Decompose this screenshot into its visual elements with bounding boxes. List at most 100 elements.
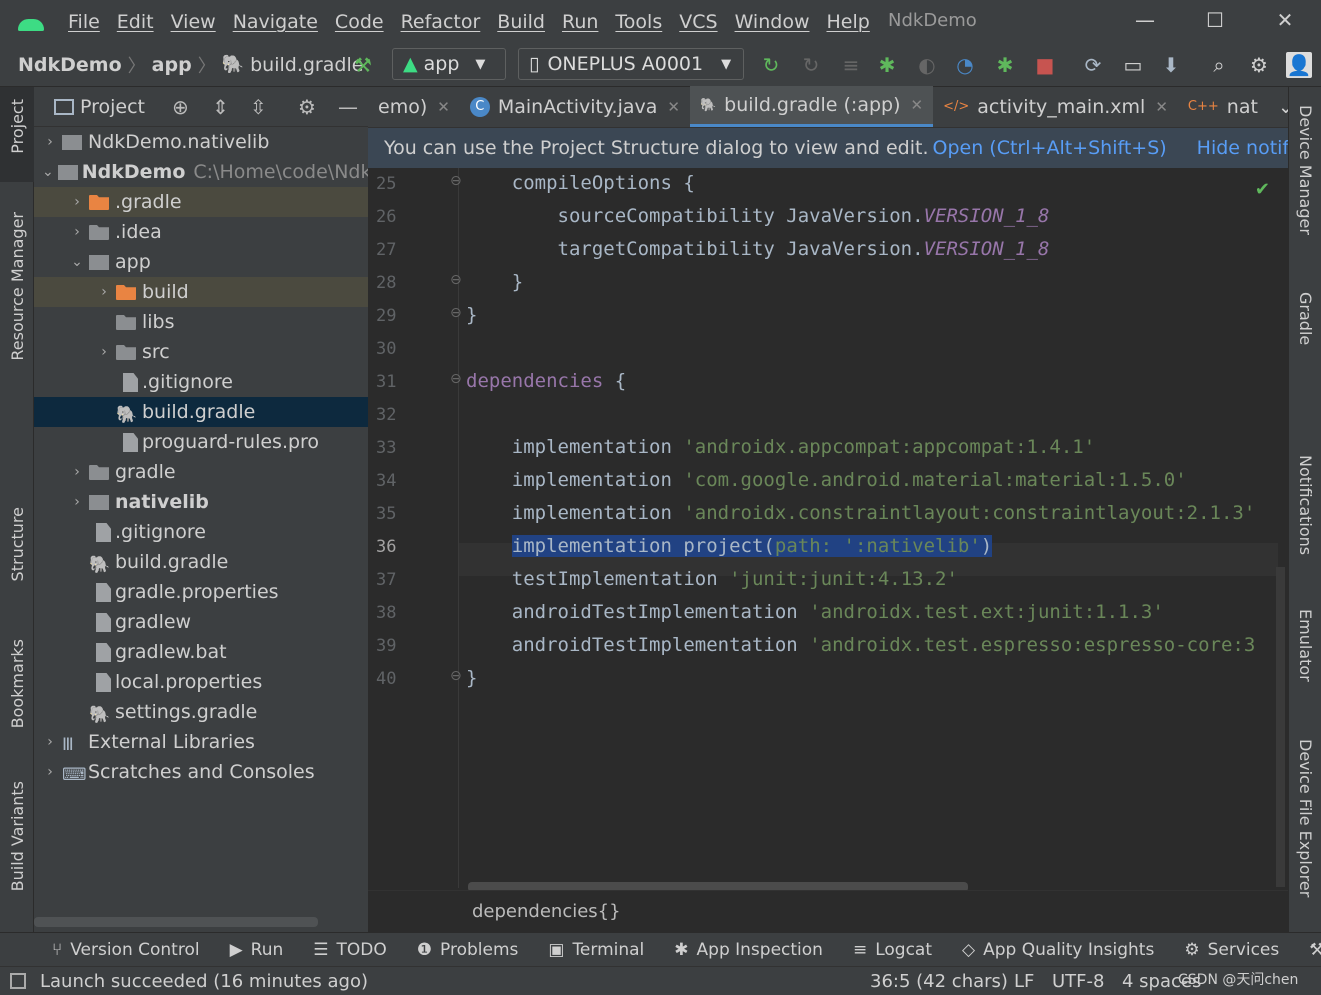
tab-bookmarks[interactable]: Bookmarks [8,639,27,728]
tree-expand-icon[interactable]: › [42,734,58,750]
tree-item[interactable]: gradlew.bat [34,637,368,667]
fold-marker-icon[interactable]: ⊖ [450,272,462,288]
fold-marker-icon[interactable]: ⊖ [450,173,462,189]
tool-window-logcat[interactable]: ≡ Logcat [853,940,932,960]
attach-debugger-icon[interactable]: ✱ [992,52,1018,78]
tab-structure[interactable]: Structure [8,507,27,581]
sdk-manager-icon[interactable]: ⬇ [1158,52,1184,78]
tree-expand-icon[interactable]: › [42,134,58,150]
menu-item-vcs[interactable]: VCS [679,11,717,33]
close-tab-icon[interactable]: ✕ [437,98,450,116]
tool-window-terminal[interactable]: ▣ Terminal [548,940,644,960]
menu-item-code[interactable]: Code [335,11,384,33]
tab-build-variants[interactable]: Build Variants [8,781,27,891]
profile-icon[interactable]: ◔ [952,52,978,78]
hammer-build-icon[interactable]: ⚒ [350,52,376,78]
tree-item[interactable]: › build [34,277,368,307]
editor-tab[interactable]: 🐘 build.gradle (:app) ✕ [689,86,934,127]
status-layout-icon[interactable] [10,973,26,989]
tool-window-run[interactable]: ▶ Run [230,940,284,960]
horizontal-scrollbar[interactable] [34,917,318,927]
tree-item[interactable]: gradlew [34,607,368,637]
stop-icon[interactable]: ■ [1032,52,1058,78]
maximize-icon[interactable]: ☐ [1200,8,1230,34]
tool-window-app-inspection[interactable]: ✱ App Inspection [674,940,823,960]
caret-position[interactable]: 36:5 (42 chars) [870,971,1008,992]
coverage-icon[interactable]: ◐ [914,52,940,78]
collapse-all-icon[interactable]: ⇳ [250,95,267,119]
gear-icon[interactable]: ⚙ [298,95,316,119]
fold-marker-icon[interactable]: ⊖ [450,305,462,321]
tree-item[interactable]: › .idea [34,217,368,247]
tool-window-services[interactable]: ⚙ Services [1184,940,1279,960]
tree-expand-icon[interactable]: › [69,464,85,480]
menu-item-tools[interactable]: Tools [615,11,662,33]
tree-expand-icon[interactable]: › [96,344,112,360]
sync-list-icon[interactable]: ≡ [838,52,864,78]
debug-icon[interactable]: ✱ [874,52,900,78]
tab-device-file-explorer[interactable]: Device File Explorer [1296,739,1315,897]
close-window-icon[interactable]: ✕ [1270,8,1300,34]
tree-expand-icon[interactable]: › [69,494,85,510]
minimize-icon[interactable]: — [1130,8,1160,34]
file-encoding[interactable]: UTF-8 [1052,971,1104,992]
fold-marker-icon[interactable]: ⊖ [450,371,462,387]
tree-expand-icon[interactable]: › [96,284,112,300]
tree-item[interactable]: gradle.properties [34,577,368,607]
apply-changes-icon[interactable]: ↻ [758,52,784,78]
project-panel-title[interactable]: Project [80,96,145,118]
tree-item[interactable]: proguard-rules.pro [34,427,368,457]
menu-item-build[interactable]: Build [497,11,545,33]
avatar[interactable]: 👤 [1286,52,1312,78]
tab-device-manager[interactable]: Device Manager [1296,105,1315,235]
tree-item[interactable]: .gitignore [34,367,368,397]
tree-expand-icon[interactable]: › [42,764,58,780]
menu-item-view[interactable]: View [171,11,216,33]
menu-item-refactor[interactable]: Refactor [401,11,481,33]
tab-project[interactable]: Project [8,99,27,154]
tool-window-todo[interactable]: ☰ TODO [313,940,387,960]
breadcrumb-file[interactable]: build.gradle [250,54,363,76]
breadcrumb-project[interactable]: NdkDemo [18,54,122,76]
menu-item-navigate[interactable]: Navigate [233,11,318,33]
editor-tab[interactable]: </> activity_main.xml ✕ [933,86,1178,127]
tree-item[interactable]: 🐘 build.gradle [34,397,368,427]
tree-item[interactable]: › ⌨ Scratches and Consoles [34,757,368,787]
device-select[interactable]: ▯ ONEPLUS A0001 ▼ [518,48,744,80]
tab-gradle[interactable]: Gradle [1296,292,1315,345]
tree-item[interactable]: › NdkDemo.nativelib [34,127,368,157]
menu-item-help[interactable]: Help [826,11,869,33]
tool-window-problems[interactable]: ❶ Problems [417,940,519,960]
tree-item[interactable]: › src [34,337,368,367]
tree-item[interactable]: ⌄ app [34,247,368,277]
menu-item-run[interactable]: Run [562,11,598,33]
tree-item[interactable]: 🐘 settings.gradle [34,697,368,727]
status-message[interactable]: Launch succeeded (16 minutes ago) [40,971,368,992]
menu-item-window[interactable]: Window [735,11,810,33]
tree-item[interactable]: 🐘 build.gradle [34,547,368,577]
apply-code-changes-icon[interactable]: ↻ [798,52,824,78]
breadcrumb-module[interactable]: app [152,54,192,76]
close-tab-icon[interactable]: ✕ [667,98,680,116]
tree-expand-icon[interactable]: › [69,224,85,240]
tree-item[interactable]: .gitignore [34,517,368,547]
tree-item[interactable]: › Ⅲ External Libraries [34,727,368,757]
tree-item[interactable]: ⌄ NdkDemo C:\Home\code\Ndk [34,157,368,187]
editor-vertical-scrollbar[interactable] [1276,567,1285,887]
tree-item[interactable]: › gradle [34,457,368,487]
tree-item[interactable]: › nativelib [34,487,368,517]
line-separator[interactable]: LF [1014,971,1034,992]
device-manager-icon[interactable]: ▭ [1120,52,1146,78]
run-config-select[interactable]: ▲ app ▼ [392,48,506,80]
gear-icon[interactable]: ⚙ [1246,52,1272,78]
tool-window-version-control[interactable]: ⑂ Version Control [52,940,200,960]
tree-expand-icon[interactable]: ⌄ [42,164,54,180]
tab-emulator[interactable]: Emulator [1296,609,1315,682]
tree-item[interactable]: › .gradle [34,187,368,217]
fold-marker-icon[interactable]: ⊖ [450,668,462,684]
tree-item[interactable]: libs [34,307,368,337]
locate-icon[interactable]: ⊕ [172,95,189,119]
close-tab-icon[interactable]: ✕ [911,96,924,114]
tool-window-bu[interactable]: ⚒Bu [1309,940,1321,960]
hide-panel-icon[interactable]: — [338,95,358,119]
